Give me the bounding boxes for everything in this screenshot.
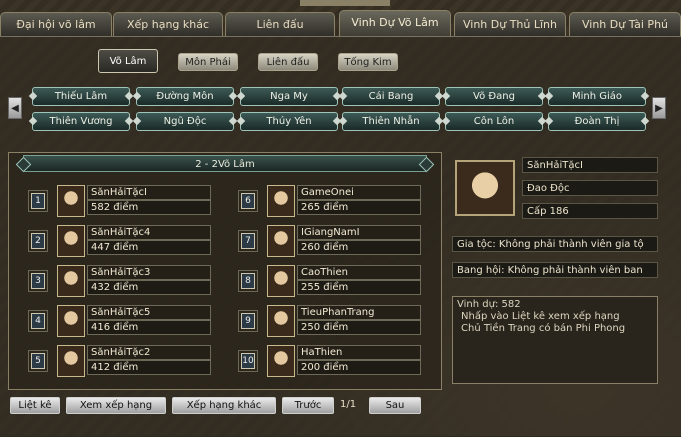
honor-info-box: Vinh dự: 582 Nhấp vào Liệt kê xem xếp hạ… xyxy=(452,296,658,384)
ranking-window: Đại hội võ lâm Xếp hạng khác Liên đấu Vi… xyxy=(0,0,681,437)
page-indicator: 1/1 xyxy=(340,399,357,410)
honor-points: Vinh dự: 582 xyxy=(457,299,521,310)
tab-vinh-du-thu-linh[interactable]: Vinh Dự Thủ Lĩnh xyxy=(454,12,566,36)
ranking-entry[interactable]: 3 SănHảiTặc3 432 điểm xyxy=(28,265,215,297)
player-sect-field: Đao Độc xyxy=(522,180,658,196)
rank-number: 9 xyxy=(238,310,258,332)
sect-button-cai-bang[interactable]: Cái Bang xyxy=(342,87,440,106)
sect-button-doan-thi[interactable]: Đoàn Thị xyxy=(548,112,646,131)
player-points: 250 điểm xyxy=(297,320,421,335)
ranking-entry[interactable]: 7 IGiangNamI 260 điểm xyxy=(238,225,425,257)
tab-dai-hoi-vo-lam[interactable]: Đại hội võ lâm xyxy=(0,12,112,36)
player-level-field: Cấp 186 xyxy=(522,203,658,219)
player-guild-field: Bang hội: Không phải thành viên ban xyxy=(452,262,658,278)
player-points: 255 điểm xyxy=(297,280,421,295)
player-points: 447 điểm xyxy=(87,240,211,255)
rank-number: 3 xyxy=(28,270,48,292)
other-ranking-button[interactable]: Xếp hạng khác xyxy=(172,397,276,414)
view-ranking-button[interactable]: Xem xếp hạng xyxy=(66,397,166,414)
tab-vinh-du-vo-lam[interactable]: Vinh Dự Võ Lâm xyxy=(339,10,451,38)
sect-button-thien-vuong[interactable]: Thiên Vương xyxy=(32,112,130,131)
player-points: 412 điểm xyxy=(87,360,211,375)
rank-number: 7 xyxy=(238,230,258,252)
player-portrait xyxy=(455,160,515,216)
ranking-entry[interactable]: 4 SănHảiTặc5 416 điểm xyxy=(28,305,215,337)
sect-button-ngu-doc[interactable]: Ngũ Độc xyxy=(136,112,234,131)
prev-page-button[interactable]: Trước xyxy=(282,397,334,414)
sect-button-vo-dang[interactable]: Võ Đang xyxy=(445,87,543,106)
player-points: 260 điểm xyxy=(297,240,421,255)
player-name: TieuPhanTrang xyxy=(297,305,421,320)
rank-number: 1 xyxy=(28,190,48,212)
ranking-entry[interactable]: 9 TieuPhanTrang 250 điểm xyxy=(238,305,425,337)
player-family-field: Gia tộc: Không phải thành viên gia tộ xyxy=(452,236,658,252)
tab-vinh-du-tai-phu[interactable]: Vinh Dự Tài Phú xyxy=(569,12,681,36)
player-name: IGiangNamI xyxy=(297,225,421,240)
ranking-header: 2 - 2Võ Lâm xyxy=(23,155,427,172)
ranking-entry[interactable]: 2 SănHảiTặc4 447 điểm xyxy=(28,225,215,257)
next-page-button[interactable]: Sau xyxy=(369,397,421,414)
honor-tip: Chủ Tiền Trang có bán Phi Phong xyxy=(461,323,626,334)
subtab-mon-phai[interactable]: Môn Phái xyxy=(178,53,238,71)
sect-button-minh-giao[interactable]: Minh Giáo xyxy=(548,87,646,106)
subtab-vo-lam[interactable]: Võ Lâm xyxy=(98,49,158,73)
sect-button-thien-nhan[interactable]: Thiên Nhẫn xyxy=(342,112,440,131)
avatar-icon xyxy=(267,265,295,297)
ranking-entry[interactable]: 6 GameOnei 265 điểm xyxy=(238,185,425,217)
rank-number: 5 xyxy=(28,350,48,372)
top-tab-bar: Đại hội võ lâm Xếp hạng khác Liên đấu Vi… xyxy=(0,4,681,38)
ranking-entry[interactable]: 5 SănHảiTặc2 412 điểm xyxy=(28,345,215,377)
player-points: 265 điểm xyxy=(297,200,421,215)
avatar-icon xyxy=(57,305,85,337)
ranking-entry[interactable]: 1 SănHảiTặcI 582 điểm xyxy=(28,185,215,217)
subtab-lien-dau[interactable]: Liên đấu xyxy=(258,53,318,71)
player-name: GameOnei xyxy=(297,185,421,200)
player-name-field: SănHảiTặcI xyxy=(522,157,658,173)
avatar-icon xyxy=(267,225,295,257)
ranking-entry[interactable]: 8 CaoThien 255 điểm xyxy=(238,265,425,297)
player-points: 582 điểm xyxy=(87,200,211,215)
prev-arrow-icon[interactable]: ◀ xyxy=(8,97,22,119)
avatar-icon xyxy=(57,185,85,217)
honor-hint: Nhấp vào Liệt kê xem xếp hạng xyxy=(461,311,620,322)
avatar-icon xyxy=(267,305,295,337)
avatar-icon xyxy=(267,185,295,217)
player-name: CaoThien xyxy=(297,265,421,280)
player-points: 432 điểm xyxy=(87,280,211,295)
player-points: 200 điểm xyxy=(297,360,421,375)
avatar-icon xyxy=(57,345,85,377)
sect-button-duong-mon[interactable]: Đường Môn xyxy=(136,87,234,106)
list-button[interactable]: Liệt kê xyxy=(10,397,60,414)
player-name: SănHảiTặc5 xyxy=(87,305,211,320)
rank-number: 2 xyxy=(28,230,48,252)
tab-xep-hang-khac[interactable]: Xếp hạng khác xyxy=(113,12,223,36)
avatar-icon xyxy=(57,265,85,297)
avatar-icon xyxy=(267,345,295,377)
player-name: SănHảiTặcI xyxy=(87,185,211,200)
next-arrow-icon[interactable]: ▶ xyxy=(652,97,666,119)
player-points: 416 điểm xyxy=(87,320,211,335)
sect-button-con-lon[interactable]: Côn Lôn xyxy=(445,112,543,131)
avatar-icon xyxy=(57,225,85,257)
subtab-tong-kim[interactable]: Tống Kim xyxy=(338,53,398,71)
rank-number: 8 xyxy=(238,270,258,292)
sect-button-thuy-yen[interactable]: Thúy Yên xyxy=(240,112,338,131)
rank-number: 10 xyxy=(238,350,258,372)
player-name: SănHảiTặc2 xyxy=(87,345,211,360)
player-name: SănHảiTặc3 xyxy=(87,265,211,280)
ranking-list: 2 - 2Võ Lâm 1 SănHảiTặcI 582 điểm 2 SănH… xyxy=(8,152,442,390)
player-name: SănHảiTặc4 xyxy=(87,225,211,240)
sect-button-thieu-lam[interactable]: Thiếu Lâm xyxy=(32,87,130,106)
ranking-entry[interactable]: 10 HaThien 200 điểm xyxy=(238,345,425,377)
tab-lien-dau[interactable]: Liên đấu xyxy=(225,12,335,36)
player-name: HaThien xyxy=(297,345,421,360)
rank-number: 4 xyxy=(28,310,48,332)
sect-button-nga-my[interactable]: Nga My xyxy=(240,87,338,106)
rank-number: 6 xyxy=(238,190,258,212)
